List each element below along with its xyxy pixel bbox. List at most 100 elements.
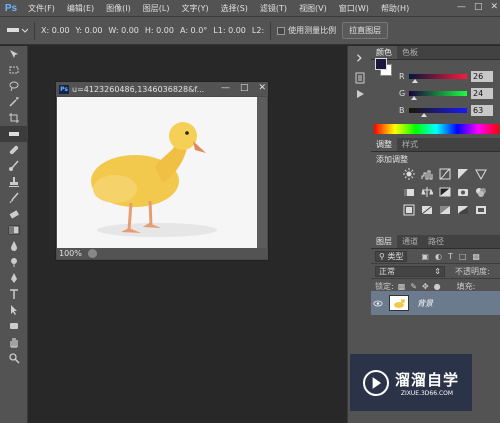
tool-magic-wand[interactable] [0,94,28,110]
menu-image[interactable]: 图像(I) [100,3,137,14]
app-logo[interactable]: Ps [0,0,22,17]
exposure-icon[interactable] [457,168,469,180]
menu-help[interactable]: 帮助(H) [375,3,415,14]
tool-zoom[interactable] [0,350,28,366]
search-icon: ⚲ [379,251,385,261]
vertical-scrollbar[interactable] [257,97,267,248]
color-balance-icon[interactable] [421,186,433,198]
blend-mode-select[interactable]: 正常 ⇕ [375,265,445,277]
tool-shape[interactable] [0,318,28,334]
hue-saturation-icon[interactable] [403,186,415,198]
tool-blur[interactable] [0,238,28,254]
dock-collapse-icon[interactable] [348,50,372,66]
maximize-icon[interactable]: □ [474,2,483,12]
divider [34,21,35,40]
blue-slider[interactable] [409,108,467,117]
tool-move[interactable] [0,46,28,62]
tool-marquee[interactable] [0,62,28,78]
blue-value[interactable]: 63 [471,105,493,116]
tool-dodge[interactable] [0,254,28,270]
close-icon[interactable]: ✕ [258,83,266,93]
tool-gradient[interactable] [0,222,28,238]
document-titlebar[interactable]: Ps u=4123260486,1346036828&f... — □ ✕ [56,82,268,96]
straighten-layer-button[interactable]: 拉直图层 [342,22,389,39]
tool-hand[interactable] [0,334,28,350]
tool-history-brush[interactable] [0,190,28,206]
foreground-color-swatch[interactable] [375,58,387,70]
lock-paint-icon[interactable]: ✎ [410,282,417,291]
selective-color-icon[interactable] [475,204,487,216]
tool-ruler[interactable] [0,126,28,142]
tool-pen[interactable] [0,270,28,286]
history-panel-icon[interactable] [348,70,372,86]
actions-panel-icon[interactable] [348,86,372,102]
maximize-icon[interactable]: □ [240,83,249,93]
green-slider[interactable] [409,91,467,100]
tab-styles[interactable]: 样式 [397,138,423,151]
vibrance-icon[interactable] [475,168,487,180]
red-slider[interactable] [409,74,467,83]
layer-kind-select[interactable]: ⚲ 类型 [375,250,408,262]
menu-filter[interactable]: 滤镜(T) [254,3,293,14]
menu-select[interactable]: 选择(S) [215,3,254,14]
photo-filter-icon[interactable] [457,186,469,198]
color-lookup-icon[interactable] [403,204,415,216]
menu-edit[interactable]: 编辑(E) [61,3,100,14]
tool-eraser[interactable] [0,206,28,222]
slider-thumb-icon[interactable] [420,113,427,117]
green-value[interactable]: 24 [471,88,493,99]
slider-thumb-icon[interactable] [411,96,418,100]
minimize-icon[interactable]: — [221,83,230,93]
close-icon[interactable]: ✕ [490,2,498,12]
filter-shape-icon[interactable]: □ [459,252,467,261]
tool-crop[interactable] [0,110,28,126]
tool-type[interactable] [0,286,28,302]
filter-pixel-icon[interactable]: ▣ [421,252,429,261]
tab-adjustments[interactable]: 调整 [371,138,397,151]
posterize-icon[interactable] [439,204,451,216]
tool-healing[interactable] [0,142,28,158]
color-spectrum-ramp[interactable] [374,124,499,134]
threshold-icon[interactable] [457,204,469,216]
tool-lasso[interactable] [0,78,28,94]
tab-channels[interactable]: 通道 [397,235,423,248]
tool-brush[interactable] [0,158,28,174]
blend-mode-label: 正常 [379,266,395,276]
document-window[interactable]: Ps u=4123260486,1346036828&f... — □ ✕ 10… [55,81,269,261]
divider [270,21,272,40]
ruler-tool-preset-icon[interactable] [6,24,29,38]
menu-layer[interactable]: 图层(L) [137,3,176,14]
lock-transparent-icon[interactable]: ▩ [398,282,406,291]
minimize-icon[interactable]: — [457,2,466,12]
filter-type-icon[interactable]: T [448,252,453,261]
image-canvas[interactable] [57,97,257,248]
menu-file[interactable]: 文件(F) [22,3,61,14]
status-info-icon[interactable] [87,249,97,258]
lock-all-icon[interactable]: ● [434,282,441,291]
menu-type[interactable]: 文字(Y) [175,3,214,14]
measure-scale-checkbox[interactable]: 使用测量比例 [277,25,336,36]
filter-adjustment-icon[interactable]: ◐ [435,252,442,261]
tab-layers[interactable]: 图层 [371,235,397,248]
layer-row-background[interactable]: 背景 [371,291,500,315]
tool-stamp[interactable] [0,174,28,190]
tab-paths[interactable]: 路径 [423,235,449,248]
channel-mixer-icon[interactable] [475,186,487,198]
curves-icon[interactable] [439,168,451,180]
lock-move-icon[interactable]: ✥ [422,282,429,291]
checkbox-icon[interactable] [277,26,286,35]
tab-swatches[interactable]: 色板 [397,46,423,59]
layer-name[interactable]: 背景 [417,298,433,309]
filter-smart-icon[interactable]: ▩ [472,252,480,261]
slider-thumb-icon[interactable] [411,79,418,83]
levels-icon[interactable] [421,168,433,180]
brightness-icon[interactable] [403,168,415,180]
tool-path-select[interactable] [0,302,28,318]
menu-window[interactable]: 窗口(W) [333,3,375,14]
visibility-eye-icon[interactable] [371,300,385,307]
menu-view[interactable]: 视图(V) [293,3,333,14]
black-white-icon[interactable] [439,186,451,198]
red-value[interactable]: 26 [471,71,493,82]
zoom-level[interactable]: 100% [59,249,82,258]
invert-icon[interactable] [421,204,433,216]
